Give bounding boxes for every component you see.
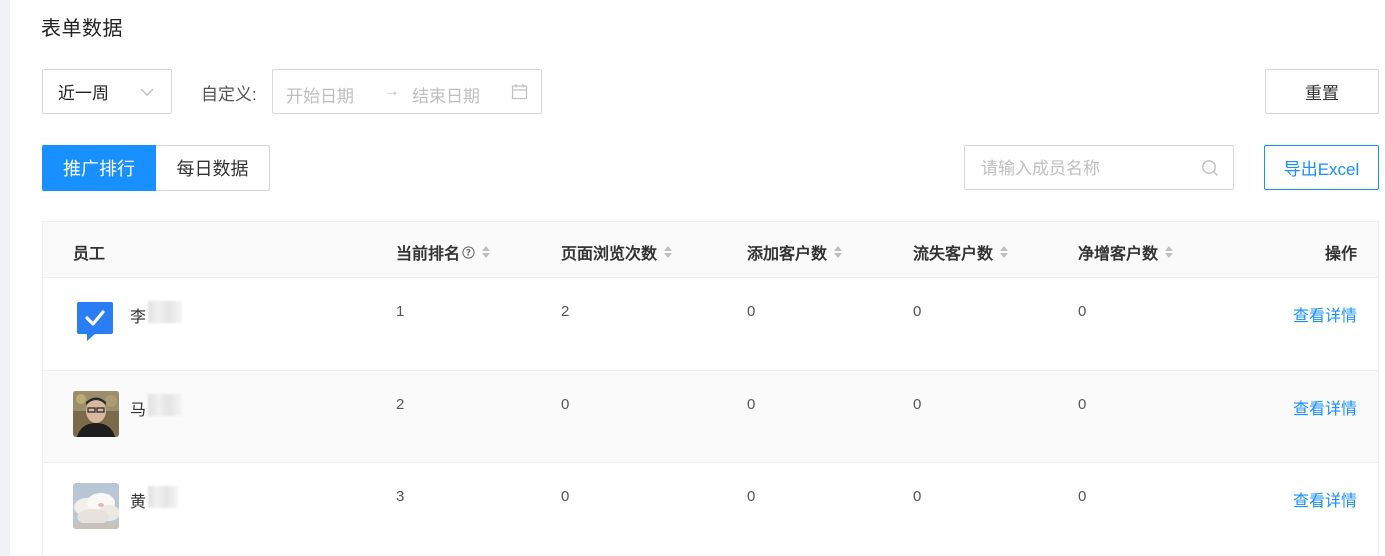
svg-text:?: ? [466, 248, 471, 258]
column-header-net[interactable]: 净增客户数 [1078, 240, 1174, 264]
range-arrow-icon: → [383, 81, 400, 100]
sort-icon[interactable] [663, 245, 673, 259]
tab-promotion-ranking[interactable]: 推广排行 [42, 145, 156, 191]
tab-daily-data[interactable]: 每日数据 [156, 145, 270, 191]
lost-cell: 0 [913, 303, 922, 320]
column-header-added[interactable]: 添加客户数 [747, 240, 843, 264]
export-excel-button[interactable]: 导出Excel [1264, 145, 1379, 190]
lost-cell: 0 [913, 488, 922, 505]
table-row: 李 1 2 0 0 0 查看详情 [43, 278, 1378, 371]
column-header-rank-label: 当前排名 [396, 246, 461, 263]
rank-cell: 3 [396, 488, 405, 505]
sort-icon[interactable] [1164, 245, 1174, 259]
added-cell: 0 [747, 396, 756, 413]
net-cell: 0 [1078, 303, 1087, 320]
column-header-action: 操作 [1325, 240, 1357, 264]
search-icon[interactable] [1201, 159, 1219, 177]
column-header-added-label: 添加客户数 [747, 246, 828, 263]
redacted-name [148, 486, 178, 508]
employee-name: 黄 [130, 494, 147, 511]
view-details-link[interactable]: 查看详情 [1293, 302, 1357, 326]
employee-name: 李 [130, 309, 147, 326]
chevron-down-icon [140, 88, 154, 96]
calendar-icon [511, 84, 528, 100]
redacted-name [148, 394, 182, 416]
view-details-link[interactable]: 查看详情 [1293, 487, 1357, 511]
sort-icon[interactable] [481, 245, 491, 259]
period-select[interactable]: 近一周 [42, 69, 172, 114]
column-header-lost-label: 流失客户数 [913, 246, 994, 263]
page: 表单数据 近一周 自定义: 开始日期 → 结束日期 重置 推广排行 每日数据 导… [0, 0, 1385, 556]
period-select-value: 近一周 [58, 84, 109, 103]
member-search [964, 145, 1234, 190]
employee-name: 马 [130, 402, 147, 419]
view-details-link[interactable]: 查看详情 [1293, 395, 1357, 419]
column-header-employee-label: 员工 [73, 246, 106, 263]
column-header-rank[interactable]: 当前排名 ? [396, 240, 491, 264]
views-cell: 2 [561, 303, 570, 320]
check-badge-icon [77, 302, 113, 341]
added-cell: 0 [747, 488, 756, 505]
end-date-placeholder: 结束日期 [412, 87, 480, 106]
avatar [73, 298, 119, 344]
avatar [73, 483, 119, 529]
person-photo-icon [73, 391, 119, 437]
views-cell: 0 [561, 396, 570, 413]
added-cell: 0 [747, 303, 756, 320]
views-cell: 0 [561, 488, 570, 505]
date-range-picker[interactable]: 开始日期 → 结束日期 [272, 69, 542, 114]
start-date-placeholder: 开始日期 [286, 87, 354, 106]
clouds-photo-icon [73, 483, 119, 529]
column-header-lost[interactable]: 流失客户数 [913, 240, 1009, 264]
rank-cell: 2 [396, 396, 405, 413]
sort-icon[interactable] [833, 245, 843, 259]
column-header-views[interactable]: 页面浏览次数 [561, 240, 673, 264]
member-search-input[interactable] [979, 156, 1193, 182]
sort-icon[interactable] [999, 245, 1009, 259]
lost-cell: 0 [913, 396, 922, 413]
net-cell: 0 [1078, 488, 1087, 505]
redacted-name [148, 301, 182, 323]
help-icon[interactable]: ? [462, 245, 475, 259]
table-header: 员工 当前排名 ? 页面浏览次数 添加客户数 流失客户数 净增客户数 操作 [43, 222, 1378, 278]
ranking-table: 员工 当前排名 ? 页面浏览次数 添加客户数 流失客户数 净增客户数 操作 李 … [42, 221, 1379, 556]
column-header-net-label: 净增客户数 [1078, 246, 1159, 263]
table-row: 黄 3 0 0 0 0 查看详情 [43, 463, 1378, 556]
table-row: 马 2 0 0 0 0 查看详情 [43, 371, 1378, 463]
avatar [73, 391, 119, 437]
column-header-action-label: 操作 [1324, 246, 1357, 263]
column-header-views-label: 页面浏览次数 [561, 246, 658, 263]
reset-button[interactable]: 重置 [1265, 69, 1379, 114]
net-cell: 0 [1078, 396, 1087, 413]
section-title: 表单数据 [41, 18, 123, 40]
column-header-employee: 员工 [73, 240, 105, 264]
rank-cell: 1 [396, 303, 405, 320]
custom-range-label: 自定义: [201, 85, 257, 104]
